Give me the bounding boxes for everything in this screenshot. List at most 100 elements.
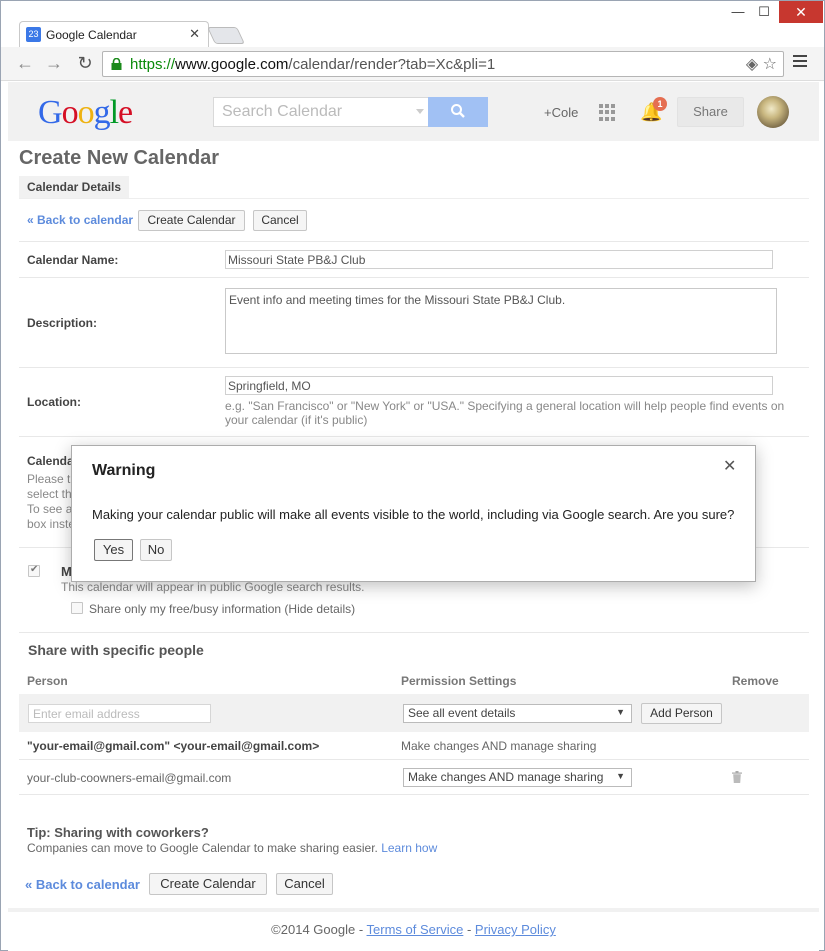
search-button[interactable] [428, 97, 488, 127]
share-section-title: Share with specific people [28, 642, 204, 658]
select-value: Make changes AND manage sharing [408, 770, 604, 784]
apps-grid-icon[interactable] [599, 104, 616, 121]
free-busy-checkbox[interactable] [71, 602, 83, 614]
omnibox-icons: ◈ ☆ [746, 54, 777, 74]
dropdown-arrow-icon: ▼ [616, 707, 625, 717]
menu-icon[interactable] [793, 55, 807, 70]
logo-letter: o [77, 94, 95, 131]
logo-letter: l [109, 94, 120, 131]
new-tab-button[interactable] [207, 27, 245, 44]
search-input[interactable] [214, 98, 404, 126]
new-permission-select[interactable]: See all event details ▼ [403, 704, 632, 723]
col-header-remove: Remove [732, 674, 779, 688]
google-bar: Google +Cole 🔔 1 Share [8, 82, 819, 141]
copyright: ©2014 Google [271, 922, 356, 937]
dialog-close-icon[interactable]: ✕ [723, 456, 736, 476]
maximize-button[interactable]: ☐ [749, 1, 779, 23]
back-to-calendar-link-bottom[interactable]: « Back to calendar [25, 877, 140, 892]
privacy-link[interactable]: Privacy Policy [475, 922, 556, 937]
window-close-button[interactable]: ✕ [779, 1, 823, 23]
create-calendar-button[interactable]: Create Calendar [138, 210, 245, 231]
browser-toolbar: ← → ↻ https://www.google.com/calendar/re… [1, 47, 824, 81]
lock-icon [111, 58, 122, 70]
setting-hint-line: Please t [27, 472, 71, 486]
col-header-permission: Permission Settings [401, 674, 517, 688]
url-path: /calendar/render?tab=Xc&pli=1 [288, 56, 496, 73]
cancel-button[interactable]: Cancel [253, 210, 307, 231]
coowner-person: your-club-coowners-email@gmail.com [27, 771, 232, 785]
divider [19, 632, 809, 633]
dialog-message: Making your calendar public will make al… [92, 507, 735, 522]
url-text[interactable]: https://www.google.com/calendar/render?t… [130, 56, 495, 73]
footer-separator: - [355, 922, 367, 937]
coowner-permission-select[interactable]: Make changes AND manage sharing ▼ [403, 768, 632, 787]
footer-separator: - [463, 922, 475, 937]
add-person-button[interactable]: Add Person [641, 703, 722, 724]
col-header-person: Person [27, 674, 68, 688]
google-logo[interactable]: Google [38, 94, 133, 132]
tab-close-icon[interactable]: ✕ [189, 26, 200, 42]
back-to-calendar-link[interactable]: « Back to calendar [27, 213, 133, 227]
avatar[interactable] [757, 96, 789, 128]
terms-link[interactable]: Terms of Service [367, 922, 464, 937]
divider [19, 241, 809, 242]
search-icon [451, 103, 465, 118]
location-hint: e.g. "San Francisco" or "New York" or "U… [225, 399, 785, 427]
owner-person: "your-email@gmail.com" <your-email@gmail… [27, 739, 320, 753]
divider [19, 794, 809, 795]
browser-tab[interactable]: 23 Google Calendar ✕ [19, 21, 209, 47]
cancel-button-bottom[interactable]: Cancel [276, 873, 333, 895]
extension-icon[interactable]: ◈ [746, 56, 758, 73]
create-calendar-button-bottom[interactable]: Create Calendar [149, 873, 267, 895]
yes-button[interactable]: Yes [94, 539, 133, 561]
public-hint: This calendar will appear in public Goog… [61, 580, 365, 594]
plus-profile-link[interactable]: +Cole [544, 105, 578, 120]
share-button[interactable]: Share [677, 97, 744, 127]
calendar-name-label: Calendar Name: [27, 253, 119, 267]
select-value: See all event details [408, 706, 516, 720]
warning-dialog: Warning ✕ Making your calendar public wi… [71, 445, 756, 582]
no-button[interactable]: No [140, 539, 172, 561]
back-arrow-icon[interactable]: ← [14, 53, 36, 74]
url-host: www.google.com [175, 56, 289, 73]
logo-letter: G [38, 94, 63, 131]
notification-count-badge[interactable]: 1 [653, 97, 667, 111]
tip-title: Tip: Sharing with coworkers? [27, 825, 209, 840]
divider [19, 759, 809, 760]
browser-window: 23 Google Calendar ✕ — ☐ ✕ ← → ↻ https:/… [0, 0, 825, 951]
tab-calendar-details[interactable]: Calendar Details [19, 176, 130, 198]
tip-body: Companies can move to Google Calendar to… [27, 841, 378, 855]
divider [19, 198, 809, 199]
free-busy-label: Share only my free/busy information (Hid… [89, 602, 356, 616]
divider [19, 436, 809, 437]
bookmark-star-icon[interactable]: ☆ [763, 56, 777, 73]
logo-letter: e [118, 94, 133, 131]
make-public-checkbox[interactable] [28, 564, 40, 577]
calendar-favicon-icon: 23 [26, 27, 41, 42]
owner-permission: Make changes AND manage sharing [401, 739, 597, 753]
footer: ©2014 Google - Terms of Service - Privac… [8, 922, 819, 937]
location-label: Location: [27, 395, 81, 409]
dialog-title: Warning [92, 462, 156, 479]
logo-letter: g [93, 94, 111, 131]
dropdown-arrow-icon: ▼ [616, 771, 625, 781]
search-dropdown-caret-icon[interactable] [416, 109, 424, 114]
tip-text: Companies can move to Google Calendar to… [27, 841, 437, 855]
address-bar[interactable]: https://www.google.com/calendar/render?t… [102, 51, 784, 77]
forward-arrow-icon[interactable]: → [43, 53, 65, 74]
trash-icon[interactable] [732, 771, 742, 783]
calendar-name-input[interactable] [225, 250, 773, 269]
search-box [213, 97, 429, 127]
setting-hint-line: To see a [27, 502, 73, 516]
description-textarea[interactable]: Event info and meeting times for the Mis… [225, 288, 777, 354]
title-bar: 23 Google Calendar ✕ — ☐ ✕ [1, 1, 824, 47]
learn-how-link[interactable]: Learn how [381, 841, 437, 855]
calendar-setting-label: Calenda [27, 454, 74, 468]
setting-hint-line: select th [27, 487, 72, 501]
tab-title: Google Calendar [46, 28, 137, 42]
reload-icon[interactable]: ↻ [74, 53, 96, 74]
email-input[interactable] [28, 704, 211, 723]
location-input[interactable] [225, 376, 773, 395]
description-label: Description: [27, 316, 98, 330]
setting-hint-line: box inste [27, 517, 76, 531]
